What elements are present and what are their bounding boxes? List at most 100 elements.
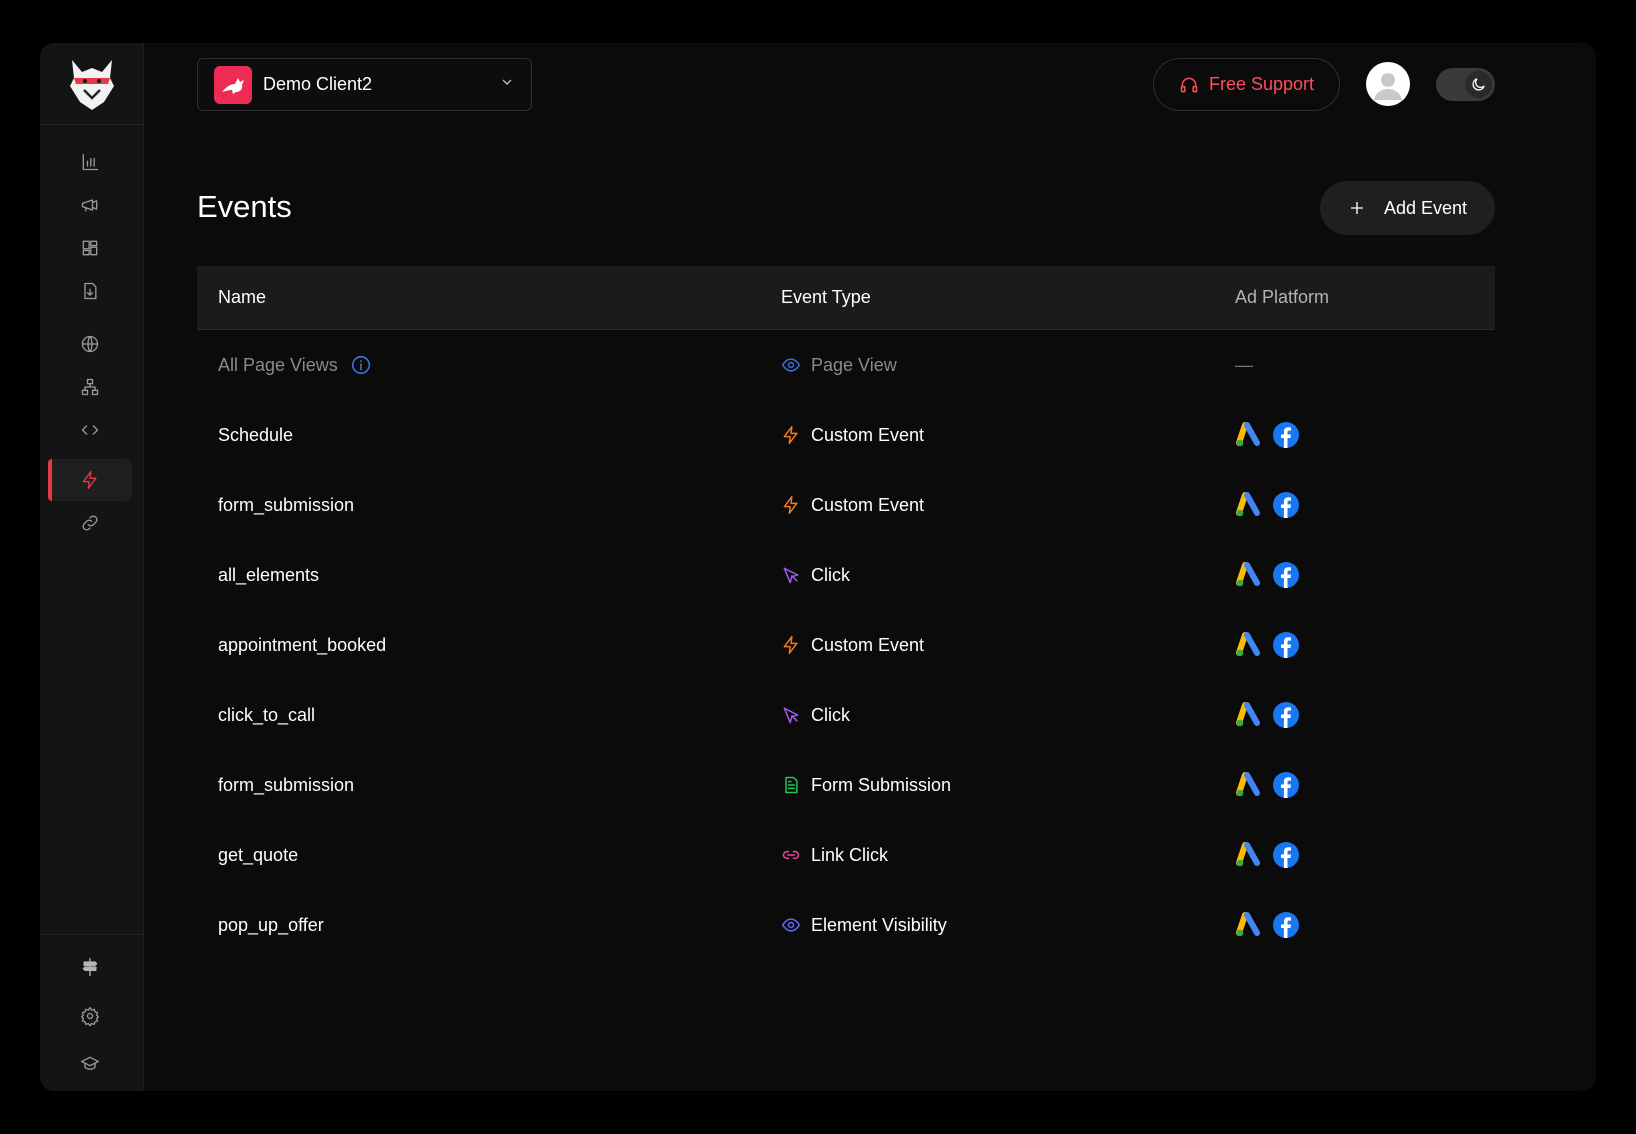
header-name[interactable]: Name (197, 287, 781, 308)
chevron-down-icon (499, 74, 515, 95)
ad-platforms: — (1235, 355, 1253, 376)
globe-icon (81, 335, 99, 353)
ad-platforms (1235, 841, 1300, 869)
client-selector[interactable]: Demo Client2 (197, 58, 532, 111)
grid-icon (82, 240, 98, 256)
file-download-icon (84, 282, 97, 300)
ad-platforms (1235, 421, 1300, 449)
free-support-button[interactable]: Free Support (1153, 58, 1340, 111)
plus-icon (1350, 202, 1363, 214)
facebook-icon (1272, 561, 1300, 589)
event-name: all_elements (197, 565, 781, 586)
event-name: get_quote (197, 845, 781, 866)
eye-icon (781, 915, 801, 935)
event-type: Custom Event (781, 635, 1235, 656)
google-ads-icon (1235, 421, 1263, 449)
ad-platforms (1235, 631, 1300, 659)
lightning-icon (781, 635, 801, 655)
user-avatar[interactable] (1366, 62, 1410, 106)
nav-code[interactable] (48, 409, 132, 451)
gear-icon (81, 1007, 99, 1026)
nav-events[interactable] (48, 459, 132, 501)
google-ads-icon (1235, 561, 1263, 589)
event-type: Element Visibility (781, 915, 1235, 936)
code-icon (81, 425, 99, 435)
event-name-text: Schedule (218, 424, 294, 445)
lightning-icon (82, 471, 97, 489)
app-logo[interactable] (40, 43, 144, 125)
sidebar-divider (40, 934, 144, 935)
link-icon (82, 515, 98, 531)
event-name-text: form_submission (218, 494, 355, 515)
event-name-text: appointment_booked (218, 634, 387, 655)
header-event-type[interactable]: Event Type (781, 287, 1235, 308)
event-name: click_to_call (197, 705, 781, 726)
eye-icon (781, 355, 801, 375)
ad-platforms (1235, 911, 1300, 939)
event-type-text: Form Submission (811, 774, 952, 795)
client-name: Demo Client2 (263, 74, 373, 94)
table-row[interactable]: all_elements Click (197, 540, 1495, 610)
table-row[interactable]: form_submission Custom Event (197, 470, 1495, 540)
event-name-text: click_to_call (218, 704, 316, 725)
nav-analytics[interactable] (48, 141, 132, 183)
event-name: All Page Views (197, 354, 781, 376)
free-support-label: Free Support (1208, 74, 1315, 94)
nav-links[interactable] (48, 502, 132, 544)
table-row[interactable]: appointment_booked Custom Event (197, 610, 1495, 680)
event-type: Click (781, 565, 1235, 586)
nav-domains[interactable] (48, 323, 132, 365)
event-type: Form Submission (781, 775, 1235, 796)
header-ad-platform[interactable]: Ad Platform (1235, 287, 1329, 308)
google-ads-icon (1235, 911, 1263, 939)
hierarchy-icon (81, 378, 99, 396)
table-row[interactable]: form_submission Form Submission (197, 750, 1495, 820)
table-row[interactable]: click_to_call Click (197, 680, 1495, 750)
sidebar (40, 43, 144, 1091)
event-type: Custom Event (781, 495, 1235, 516)
nav-settings[interactable] (48, 995, 132, 1037)
nav-reports[interactable] (48, 270, 132, 312)
nav-academy[interactable] (48, 1043, 132, 1085)
table-row[interactable]: All Page Views Page View — (197, 330, 1495, 400)
google-ads-icon (1235, 491, 1263, 519)
event-name: pop_up_offer (197, 915, 781, 936)
theme-toggle[interactable] (1436, 68, 1495, 101)
google-ads-icon (1235, 771, 1263, 799)
link-icon (781, 845, 801, 865)
headphones-icon (1180, 77, 1198, 92)
table-row[interactable]: Schedule Custom Event (197, 400, 1495, 470)
google-ads-icon (1235, 631, 1263, 659)
google-ads-icon (1235, 701, 1263, 729)
graduation-cap-icon (81, 1056, 100, 1070)
table-row[interactable]: pop_up_offer Element Visibility (197, 890, 1495, 960)
event-name-text: form_submission (218, 774, 355, 795)
event-type-text: Element Visibility (811, 914, 947, 935)
nav-signpost[interactable] (48, 946, 132, 988)
info-icon[interactable] (350, 354, 372, 376)
nav-campaigns[interactable] (48, 184, 132, 226)
cursor-icon (781, 565, 801, 585)
toggle-knob (1465, 71, 1492, 98)
event-name-text: all_elements (218, 564, 320, 585)
nav-sitemap[interactable] (48, 366, 132, 408)
app-window: Demo Client2 Free Support Events Add Eve… (40, 43, 1596, 1091)
lightning-icon (781, 495, 801, 515)
moon-icon (1472, 78, 1485, 91)
bar-chart-icon (82, 153, 99, 171)
event-type: Click (781, 705, 1235, 726)
lightning-icon (781, 425, 801, 445)
nav-dashboard[interactable] (48, 227, 132, 269)
event-type-text: Custom Event (811, 424, 925, 445)
event-type-text: Page View (811, 354, 897, 375)
ad-platforms (1235, 491, 1300, 519)
facebook-icon (1272, 631, 1300, 659)
table-row[interactable]: get_quote Link Click (197, 820, 1495, 890)
ad-platforms (1235, 771, 1300, 799)
ad-platforms (1235, 561, 1300, 589)
event-type: Page View (781, 355, 1235, 376)
cursor-icon (781, 705, 801, 725)
add-event-button[interactable]: Add Event (1320, 181, 1495, 235)
page-title: Events (197, 189, 292, 224)
event-type-text: Custom Event (811, 634, 925, 655)
